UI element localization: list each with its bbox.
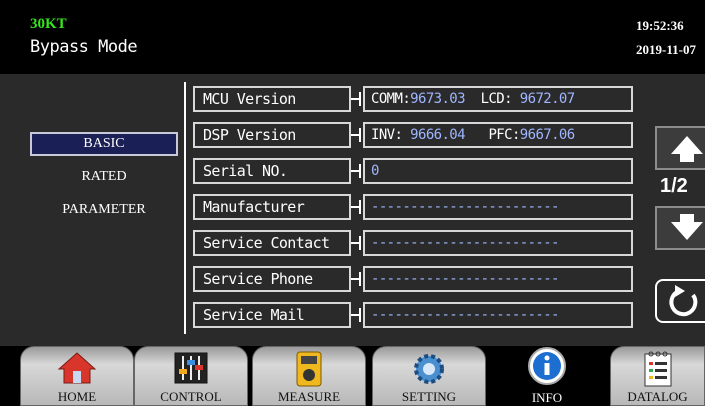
row-connector-vertical [359,128,361,142]
row-connector-vertical [359,92,361,106]
page-up-button[interactable] [655,126,705,170]
info-value-part: ------------------------ [371,271,559,287]
tab-setting[interactable]: SETTING [372,346,486,406]
log-book-icon [644,351,671,387]
tab-control[interactable]: CONTROL [134,346,248,406]
device-model: 30KT [30,16,67,32]
row-connector-vertical [359,164,361,178]
info-value-service-contact: ------------------------ [363,230,633,256]
info-value-part: ------------------------ [371,307,559,323]
refresh-button[interactable] [655,279,705,323]
info-value-part: ------------------------ [371,235,559,251]
clock-date: 2019-11-07 [636,42,696,57]
info-value-part: INV: [371,127,403,143]
info-label-service-contact: Service Contact [193,230,351,256]
home-icon [57,352,97,384]
info-value-part: ------------------------ [371,199,559,215]
info-value-part: COMM: [371,91,411,107]
info-label-service-mail: Service Mail [193,302,351,328]
tab-datalog[interactable]: DATALOG [610,346,705,406]
control-sliders-icon [174,352,208,384]
tab-control-label: CONTROL [160,389,222,404]
info-value-part: 9673.03 [410,91,465,107]
refresh-icon [669,285,698,317]
page-down-button[interactable] [655,206,705,250]
info-label-serial-no: Serial NO. [193,158,351,184]
tab-info[interactable]: INFO [490,346,604,406]
gear-icon [414,354,444,384]
tab-measure-label: MEASURE [277,389,341,404]
page-indicator: 1/2 [660,175,688,197]
operating-mode: Bypass Mode [30,37,138,57]
info-value-service-phone: ------------------------ [363,266,633,292]
info-value-serial-no: 0 [363,158,633,184]
tab-home[interactable]: HOME [20,346,134,406]
nav-basic[interactable]: BASIC [30,132,178,156]
info-value-mcu-version: COMM:9673.03 LCD: 9672.07 [363,86,633,112]
info-value-service-mail: ------------------------ [363,302,633,328]
info-value-part: 0 [371,163,379,179]
info-icon [528,347,566,385]
clock-time: 19:52:36 [636,18,684,33]
nav-parameter[interactable]: PARAMETER [30,199,178,221]
info-value-part: 9667.06 [519,127,575,143]
info-value-part: 9666.04 [402,127,465,143]
info-label-service-phone: Service Phone [193,266,351,292]
info-value-part: 9672.07 [511,91,575,107]
nav-rated[interactable]: RATED [30,166,178,188]
row-connector-vertical [359,200,361,214]
info-label-manufacturer: Manufacturer [193,194,351,220]
row-connector-vertical [359,272,361,286]
row-connector-vertical [359,308,361,322]
row-connector-vertical [359,236,361,250]
tab-measure[interactable]: MEASURE [252,346,366,406]
tab-datalog-label: DATALOG [627,389,688,404]
tab-setting-label: SETTING [401,389,457,404]
tab-info-label: INFO [531,390,563,405]
info-value-part: LCD: [464,91,513,107]
multimeter-icon [296,351,322,387]
info-value-manufacturer: ------------------------ [363,194,633,220]
arrow-up-icon [671,136,703,162]
info-value-dsp-version: INV: 9666.04 PFC:9667.06 [363,122,633,148]
arrow-down-icon [671,214,703,240]
info-label-dsp-version: DSP Version [193,122,351,148]
info-label-mcu-version: MCU Version [193,86,351,112]
info-value-part: PFC: [464,127,520,143]
tab-home-label: HOME [57,389,97,404]
panel-divider [184,82,186,334]
